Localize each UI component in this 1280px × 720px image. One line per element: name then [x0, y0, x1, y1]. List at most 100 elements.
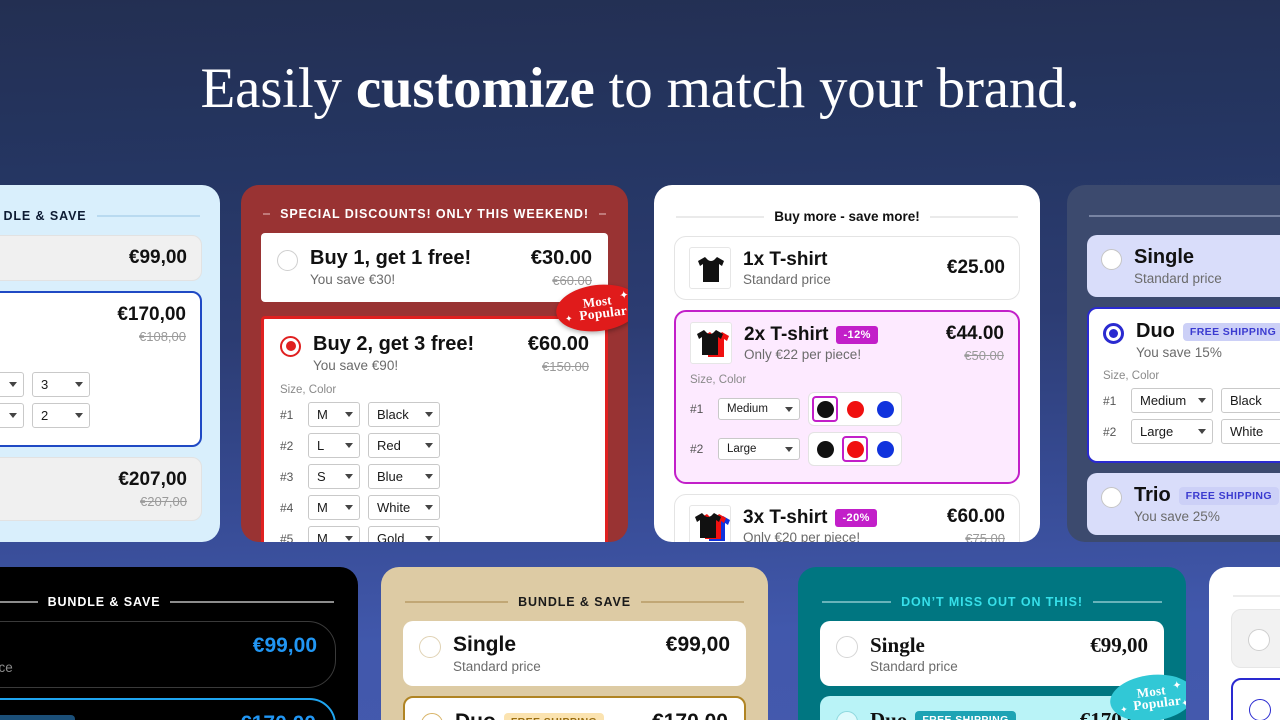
color-select[interactable]: Light purple: [0, 403, 24, 428]
variant-row: #2 L Red: [280, 433, 589, 458]
option-duo[interactable]: NG €170,00 €108,00 tyle number Dark grey…: [0, 291, 202, 447]
chevron-down-icon: [785, 446, 793, 452]
option-duo[interactable]: Duo FREE SHIPPING €170,00: [0, 698, 336, 720]
size-select[interactable]: Medium: [718, 398, 800, 420]
variant-select[interactable]: Large: [1131, 419, 1213, 444]
headline-pre: Easily: [200, 57, 356, 120]
option-subtitle: Only €20 per piece!: [743, 530, 861, 542]
variant-select[interactable]: M: [308, 402, 360, 427]
option-duo[interactable]: Duo FREE SHIPPING €170,00: [403, 696, 746, 720]
option-price: €99,00: [1090, 633, 1148, 657]
option-subtitle: You save €30!: [310, 272, 396, 287]
option-buy2get3[interactable]: Buy 2, get 3 free! You save €90! €60.00 …: [261, 316, 608, 542]
header-rule-right: [96, 215, 200, 217]
option-single[interactable]: Single Standard price €99,00: [403, 621, 746, 687]
card-header-label: Buy more - save more!: [774, 209, 920, 224]
variant-select[interactable]: Medium: [1131, 388, 1213, 413]
quantity-select[interactable]: 3: [32, 372, 90, 397]
headline-post: to match your brand.: [594, 57, 1080, 120]
variant-row: #5 M Gold: [280, 526, 589, 542]
variant-index: #2: [690, 442, 704, 456]
variant-select[interactable]: M: [308, 526, 360, 542]
color-swatch[interactable]: [812, 436, 838, 462]
radio-single[interactable]: [1248, 629, 1270, 651]
variant-select[interactable]: Black: [368, 402, 440, 427]
variant-index: #2: [280, 438, 294, 453]
header-rule-left: [1233, 595, 1280, 597]
option-trio[interactable]: NG €207,00 €207,00: [0, 457, 202, 521]
option-3x-tshirt[interactable]: 3x T-shirt -20% Only €20 per piece! €60.…: [674, 494, 1020, 542]
option-single[interactable]: [1231, 609, 1280, 668]
option-trio[interactable]: Trio FREE SHIPPING You save 25%: [1087, 473, 1280, 535]
option-1x-tshirt[interactable]: 1x T-shirt Standard price €25.00: [674, 236, 1020, 300]
option-single[interactable]: €99,00: [0, 235, 202, 281]
header-rule-right: [598, 213, 607, 215]
variant-index: #4: [280, 500, 294, 515]
option-price: €170,00: [652, 710, 728, 720]
option-buy1get1[interactable]: Buy 1, get 1 free! You save €30! €30.00 …: [261, 233, 608, 302]
option-subtitle: You save 15%: [1136, 345, 1222, 360]
size-select[interactable]: Large: [718, 438, 800, 460]
variant-select[interactable]: Red: [368, 433, 440, 458]
option-price: €99,00: [252, 634, 317, 657]
color-swatch[interactable]: [872, 436, 898, 462]
radio-duo[interactable]: [836, 711, 858, 720]
sticker-line-2: Popular: [578, 302, 628, 324]
option-single[interactable]: Single Standard price: [1087, 235, 1280, 297]
radio-buy1get1[interactable]: [277, 250, 298, 271]
quantity-select[interactable]: 2: [32, 403, 90, 428]
header-rule-left: [676, 215, 765, 218]
variant-select[interactable]: White: [1221, 419, 1280, 444]
option-subtitle: Standard price: [743, 272, 831, 288]
radio-duo[interactable]: [421, 713, 443, 720]
variant-row: Dark grey 3: [0, 372, 186, 397]
offer-card-light-blue: DLE & SAVE €99,00 NG €17: [0, 185, 220, 542]
option-duo[interactable]: [1231, 678, 1280, 720]
color-swatch[interactable]: [842, 396, 868, 422]
option-subtitle: Standard price: [870, 659, 958, 675]
radio-single[interactable]: [1101, 249, 1122, 270]
header-rule-right: [170, 601, 334, 603]
radio-duo[interactable]: [1103, 323, 1124, 344]
radio-duo[interactable]: [1249, 699, 1271, 720]
chevron-down-icon: [785, 406, 793, 412]
radio-buy2get3[interactable]: [280, 336, 301, 357]
variant-select[interactable]: Black: [1221, 388, 1280, 413]
option-title: Single: [870, 633, 925, 657]
color-swatch[interactable]: [812, 396, 838, 422]
radio-single[interactable]: [419, 636, 441, 658]
option-duo[interactable]: Duo FREE SHIPPING You save 15% Size, Col…: [1087, 307, 1280, 463]
option-title: 1x T-shirt: [743, 248, 828, 270]
chevron-down-icon: [9, 382, 17, 387]
option-price-old: €108,00: [139, 329, 186, 344]
radio-trio[interactable]: [1101, 487, 1122, 508]
card-header-label: BUNDLE & SAVE: [518, 595, 631, 609]
variant-select[interactable]: L: [308, 433, 360, 458]
color-swatch[interactable]: [842, 436, 868, 462]
header-rule-left: [0, 601, 38, 603]
variant-select[interactable]: Gold: [368, 526, 440, 542]
color-select[interactable]: Dark grey: [0, 372, 24, 397]
option-subtitle: Standard price: [0, 660, 13, 676]
radio-single[interactable]: [836, 636, 858, 658]
tshirt-thumbnail: [690, 322, 732, 364]
option-2x-tshirt[interactable]: 2x T-shirt -12% Only €22 per piece! €44.…: [674, 310, 1020, 484]
variant-select[interactable]: S: [308, 464, 360, 489]
offer-card-navy: BUNDLE & S Single Standard price Duo FRE…: [1067, 185, 1280, 542]
header-rule-right: [929, 215, 1018, 218]
color-swatch-group: [808, 392, 902, 426]
option-single[interactable]: Single Standard price €99,00: [820, 621, 1164, 687]
variant-select[interactable]: White: [368, 495, 440, 520]
offer-card-beige: BUNDLE & SAVE Single Standard price €99,…: [381, 567, 768, 720]
option-subtitle: Standard price: [1134, 271, 1222, 286]
variant-select[interactable]: Blue: [368, 464, 440, 489]
option-title: Single: [1134, 246, 1195, 268]
chevron-down-icon: [75, 382, 83, 387]
option-subtitle: Standard price: [453, 659, 541, 675]
variant-row: #2 Large White: [1103, 419, 1280, 444]
color-swatch[interactable]: [872, 396, 898, 422]
variant-select[interactable]: M: [308, 495, 360, 520]
badge-free-shipping: FREE SHIPPING: [503, 713, 605, 720]
chevron-down-icon: [345, 443, 353, 448]
option-single[interactable]: Single Standard price €99,00: [0, 621, 336, 689]
